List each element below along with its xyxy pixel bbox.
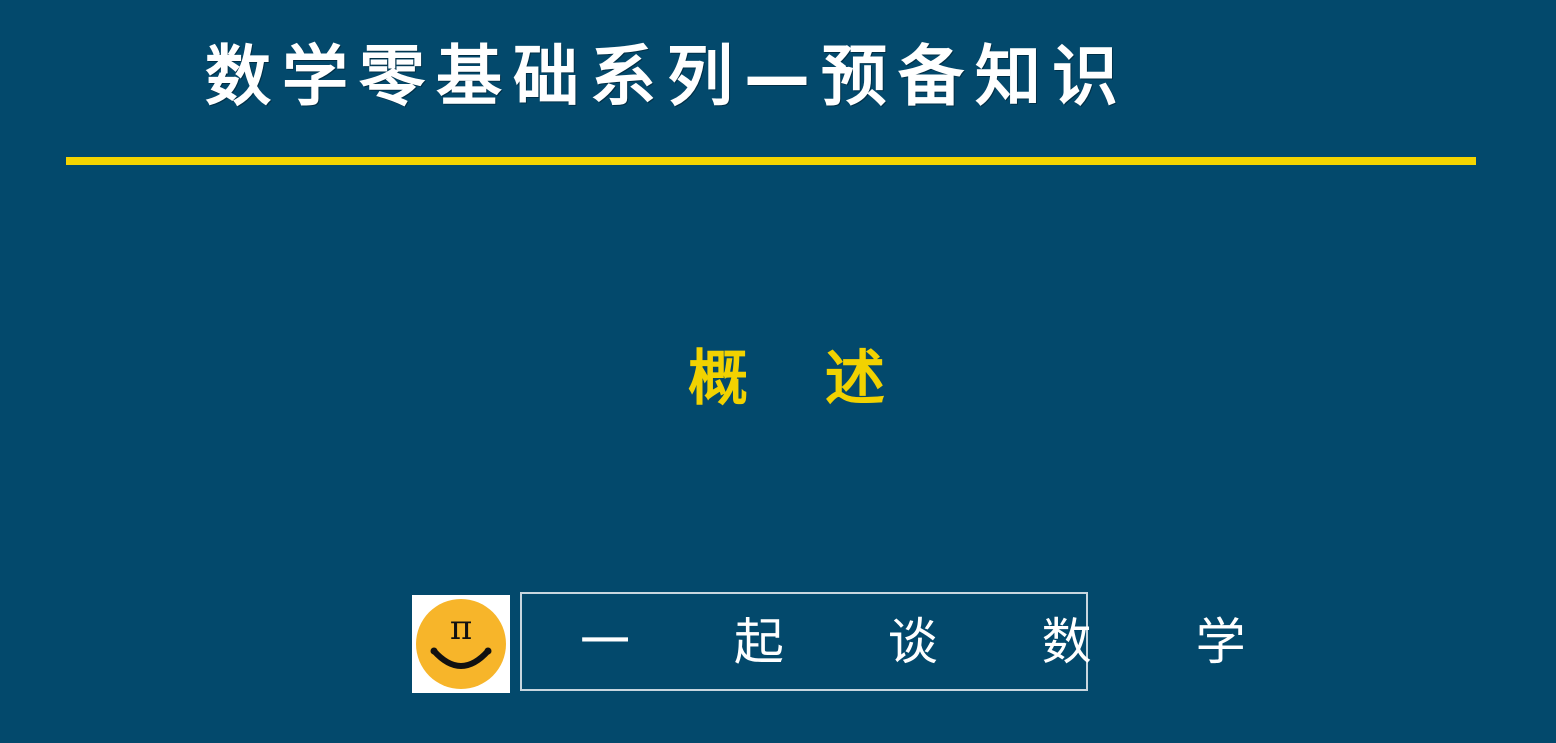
brand-box: 一 起 谈 数 学 [520,592,1290,691]
section-subtitle: 概 述 [688,344,913,414]
logo-circle: π [416,599,506,689]
slide-title: 数学零基础系列—预备知识 [205,38,1129,115]
smile-icon [430,647,492,669]
title-underline-divider [66,157,1476,165]
slide: 数学零基础系列—预备知识 概 述 π 一 起 谈 数 学 [0,0,1556,743]
brand-text: 一 起 谈 数 学 [580,613,1290,671]
pi-smiley-logo-icon: π [412,595,510,693]
